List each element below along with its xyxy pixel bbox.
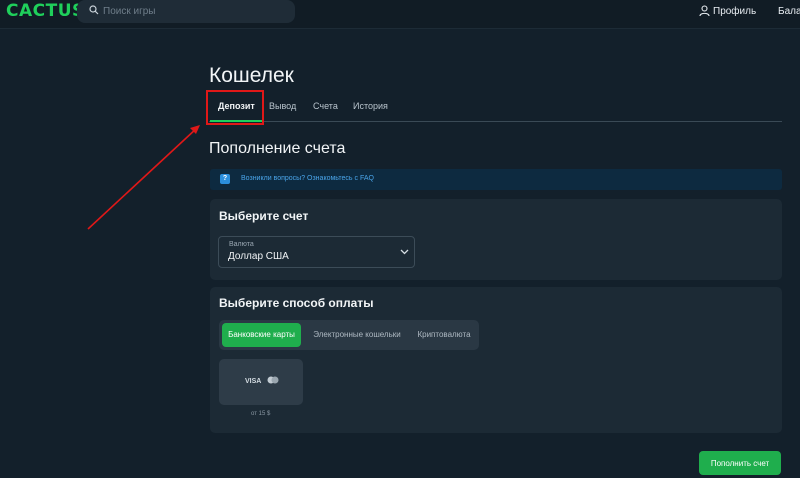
visa-label: VISA — [245, 378, 262, 385]
payment-method-visa-mastercard[interactable]: VISA — [219, 359, 303, 405]
tab-history[interactable]: История — [353, 101, 388, 111]
account-card-title: Выберите счет — [219, 209, 309, 223]
mastercard-icon — [267, 376, 279, 384]
currency-value: Доллар США — [228, 251, 289, 262]
cactus-logo[interactable]: CACTUS — [6, 1, 85, 21]
faq-banner[interactable]: ? Возникли вопросы? Ознакомьтесь с FAQ — [210, 169, 782, 190]
page-title: Кошелек — [209, 64, 294, 87]
section-title: Пополнение счета — [209, 140, 346, 157]
payment-type-tabs: Банковские карты Электронные кошельки Кр… — [219, 320, 479, 350]
payment-card-title: Выберите способ оплаты — [219, 296, 374, 310]
currency-select[interactable]: Валюта Доллар США — [218, 236, 415, 268]
profile-label: Профиль — [713, 6, 757, 17]
currency-label: Валюта — [229, 241, 254, 248]
payment-card: Выберите способ оплаты Банковские карты … — [210, 287, 782, 433]
tab-e-wallets[interactable]: Электронные кошельки — [307, 323, 407, 347]
highlight-box — [206, 90, 264, 125]
search-input[interactable] — [103, 2, 283, 20]
balance-label[interactable]: Бала — [778, 6, 800, 17]
tab-accounts[interactable]: Счета — [313, 101, 338, 111]
tab-crypto[interactable]: Криптовалюта — [411, 323, 477, 347]
search-icon — [89, 5, 99, 15]
method-min-amount: от 15 $ — [251, 411, 271, 417]
faq-text[interactable]: Возникли вопросы? Ознакомьтесь с FAQ — [241, 175, 374, 182]
top-header: CACTUS Профиль Бала — [0, 0, 800, 29]
search-box[interactable] — [77, 0, 295, 23]
chevron-down-icon — [400, 249, 409, 255]
wallet-tabs: Депозит Вывод Счета История — [209, 96, 782, 122]
tab-withdraw[interactable]: Вывод — [269, 101, 296, 111]
tab-bank-cards[interactable]: Банковские карты — [222, 323, 301, 347]
question-icon: ? — [220, 174, 230, 184]
user-icon — [699, 5, 710, 17]
account-card: Выберите счет Валюта Доллар США — [210, 199, 782, 280]
deposit-submit-button[interactable]: Пополнить счет — [699, 451, 781, 475]
